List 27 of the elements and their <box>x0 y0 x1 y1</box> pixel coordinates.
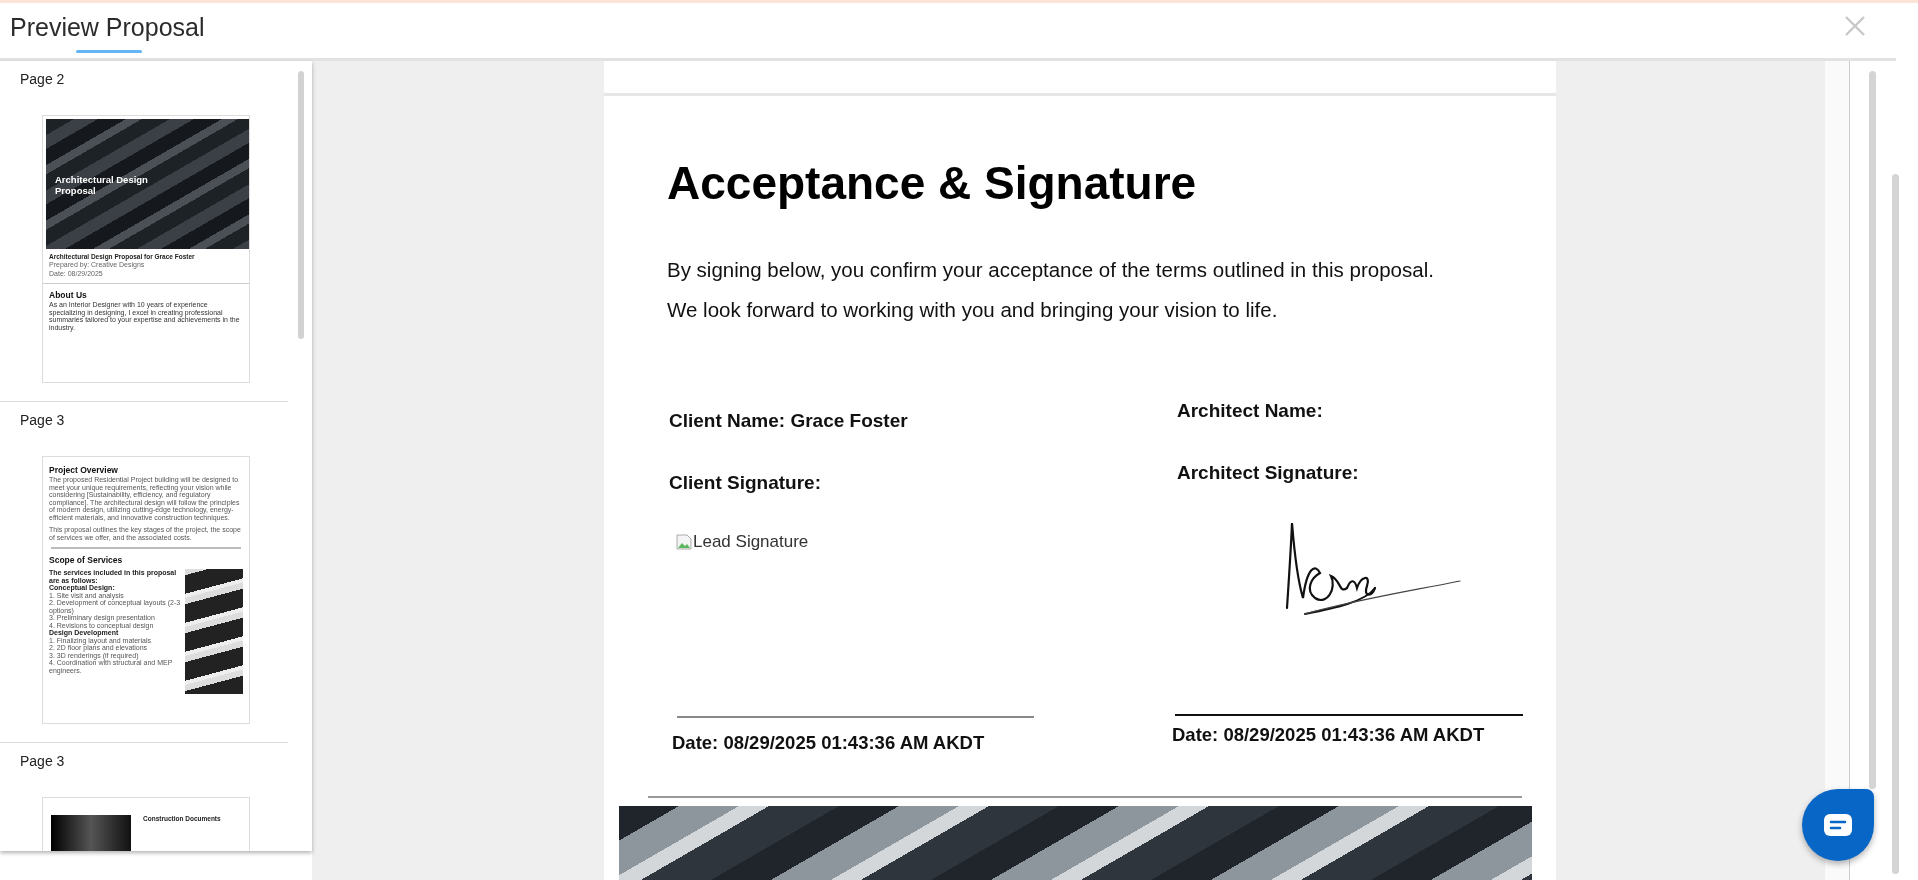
scrollbar-thumb[interactable] <box>1869 71 1876 789</box>
paragraph: By signing below, you confirm your acceptance of the terms outlined in this proposal. <box>667 258 1435 282</box>
thumbnail-heading: About Us <box>49 290 88 300</box>
image-alt-text: Lead Signature <box>693 532 809 552</box>
thumbnail-heading: Project Overview <box>49 465 119 475</box>
signature-date: Date: 08/29/2025 01:43:36 AM AKDT <box>672 732 986 754</box>
paragraph: We look forward to working with you and bringing your vision to life. <box>667 298 1279 322</box>
window-title: Preview Proposal <box>10 13 205 42</box>
thumbnail-heading: Scope of Services <box>49 555 124 565</box>
name-label: Architect Name: <box>1177 400 1324 422</box>
page-label: Page 2 <box>20 71 66 87</box>
name-label: Client Name: Grace Foster <box>669 410 909 432</box>
scrollbar-thumb[interactable] <box>1892 174 1899 874</box>
page-thumbnail[interactable] <box>42 456 250 724</box>
page-heading: Acceptance & Signature <box>667 156 1198 210</box>
signature-label: Architect Signature: <box>1177 462 1360 484</box>
page-label: Page 3 <box>20 412 66 428</box>
page-label: Page 3 <box>20 753 66 769</box>
title-underline <box>76 50 142 53</box>
scrollbar-thumb[interactable] <box>298 71 304 339</box>
signature-date: Date: 08/29/2025 01:43:36 AM AKDT <box>1172 724 1486 746</box>
signature-label: Client Signature: <box>669 472 822 494</box>
broken-image-icon <box>676 534 692 550</box>
page-thumbnail[interactable] <box>42 115 250 383</box>
chat-icon <box>1824 814 1852 836</box>
close-icon <box>1844 15 1866 37</box>
thumbnail-cover-title: Architectural Design Proposal <box>55 174 149 196</box>
